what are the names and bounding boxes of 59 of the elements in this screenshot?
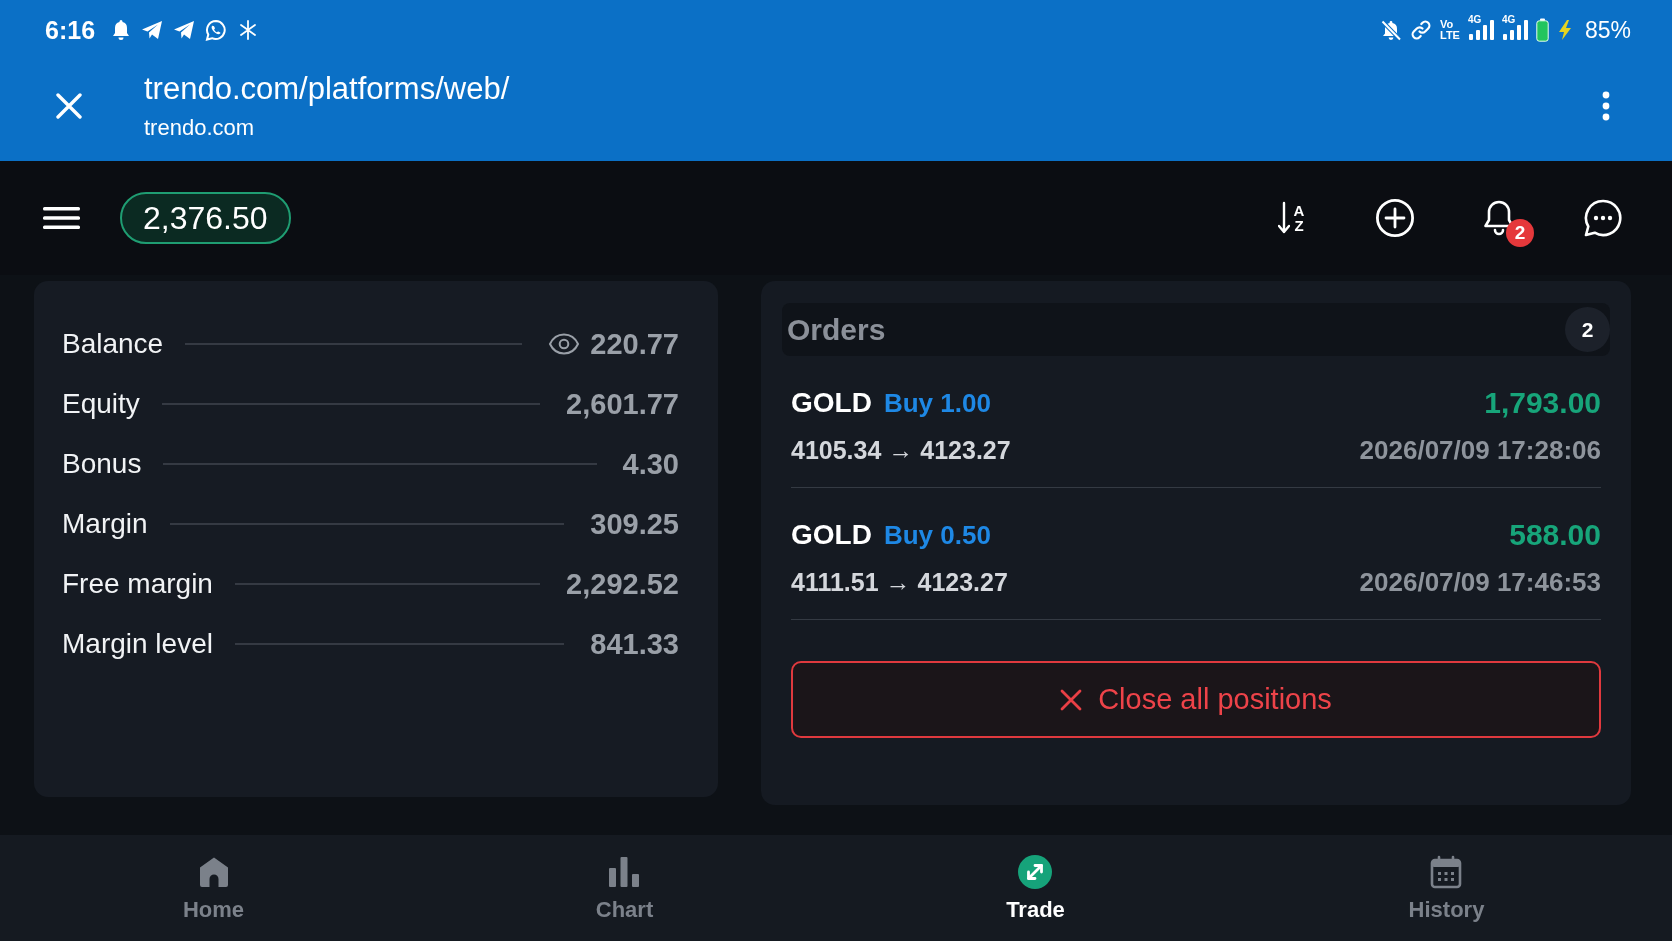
summary-value: 309.25 (590, 507, 679, 541)
bolt-icon (1556, 19, 1573, 41)
status-time: 6:16 (45, 15, 96, 45)
summary-value: 220.77 (590, 327, 679, 361)
muted-bell-icon (1380, 19, 1402, 41)
summary-value: 4.30 (622, 447, 679, 481)
network-type-label: 4G (1501, 15, 1516, 25)
plus-circle-icon (1375, 198, 1415, 238)
chat-icon (1583, 198, 1623, 238)
nav-tab[interactable]: History (1408, 835, 1485, 923)
close-all-button[interactable]: Close all positions (791, 661, 1601, 738)
paper-plane-icon (141, 20, 164, 40)
nav-tab[interactable]: Home (182, 835, 245, 923)
calendar-icon (1430, 855, 1463, 889)
summary-value: 2,601.77 (566, 387, 679, 421)
summary-label: Margin (62, 508, 148, 540)
phone-bubble-icon (205, 19, 228, 41)
order-profit: 588.00 (1509, 518, 1601, 552)
summary-value: 841.33 (590, 627, 679, 661)
battery-percent: 85% (1584, 16, 1631, 44)
network-label: LTE (1440, 30, 1460, 41)
order-symbol: GOLD (791, 519, 872, 551)
summary-value: 2,292.52 (566, 567, 679, 601)
page-domain: trendo.com (144, 114, 255, 141)
balance-pill[interactable]: 2,376.50 (120, 192, 291, 244)
bar-chart-icon (607, 855, 642, 889)
battery-icon (1535, 18, 1549, 42)
order-prices: 4111.51 → 4123.27 (791, 567, 1008, 597)
network-type-label: 4G (1467, 15, 1482, 25)
more-icon[interactable] (1602, 90, 1610, 121)
page-url: trendo.com/platforms/web/ (144, 70, 510, 107)
order-profit: 1,793.00 (1484, 386, 1601, 420)
summary-label: Free margin (62, 568, 213, 600)
order-time: 2026/07/09 17:46:53 (1359, 566, 1601, 598)
bell-icon (111, 19, 132, 41)
summary-label: Bonus (62, 448, 142, 480)
orders-title: Orders (787, 312, 886, 347)
order-time: 2026/07/09 17:28:06 (1359, 434, 1601, 466)
order-symbol: GOLD (791, 387, 872, 419)
arrow-circle-icon (1018, 855, 1053, 889)
arrow-down-icon (1277, 201, 1290, 235)
notification-badge: 2 (1506, 219, 1534, 247)
close-icon[interactable] (56, 92, 82, 119)
close-icon (1060, 688, 1083, 711)
nav-tab[interactable]: Trade (1006, 835, 1065, 923)
nav-tab[interactable]: Chart (595, 835, 654, 923)
menu-icon[interactable] (43, 206, 80, 230)
orders-count: 2 (1565, 307, 1610, 352)
order-prices: 4105.34 → 4123.27 (791, 435, 1011, 465)
summary-label: Equity (62, 388, 140, 420)
eye-icon[interactable] (548, 332, 581, 356)
sort-button[interactable]: A Z (1263, 190, 1319, 246)
order-side: Buy 0.50 (883, 519, 991, 551)
paper-plane-icon (173, 20, 196, 40)
summary-label: Margin level (62, 628, 213, 660)
link-icon (1410, 19, 1432, 41)
summary-label: Balance (62, 328, 164, 360)
network-label: Vo (1440, 19, 1455, 30)
order-side: Buy 1.00 (883, 387, 991, 419)
